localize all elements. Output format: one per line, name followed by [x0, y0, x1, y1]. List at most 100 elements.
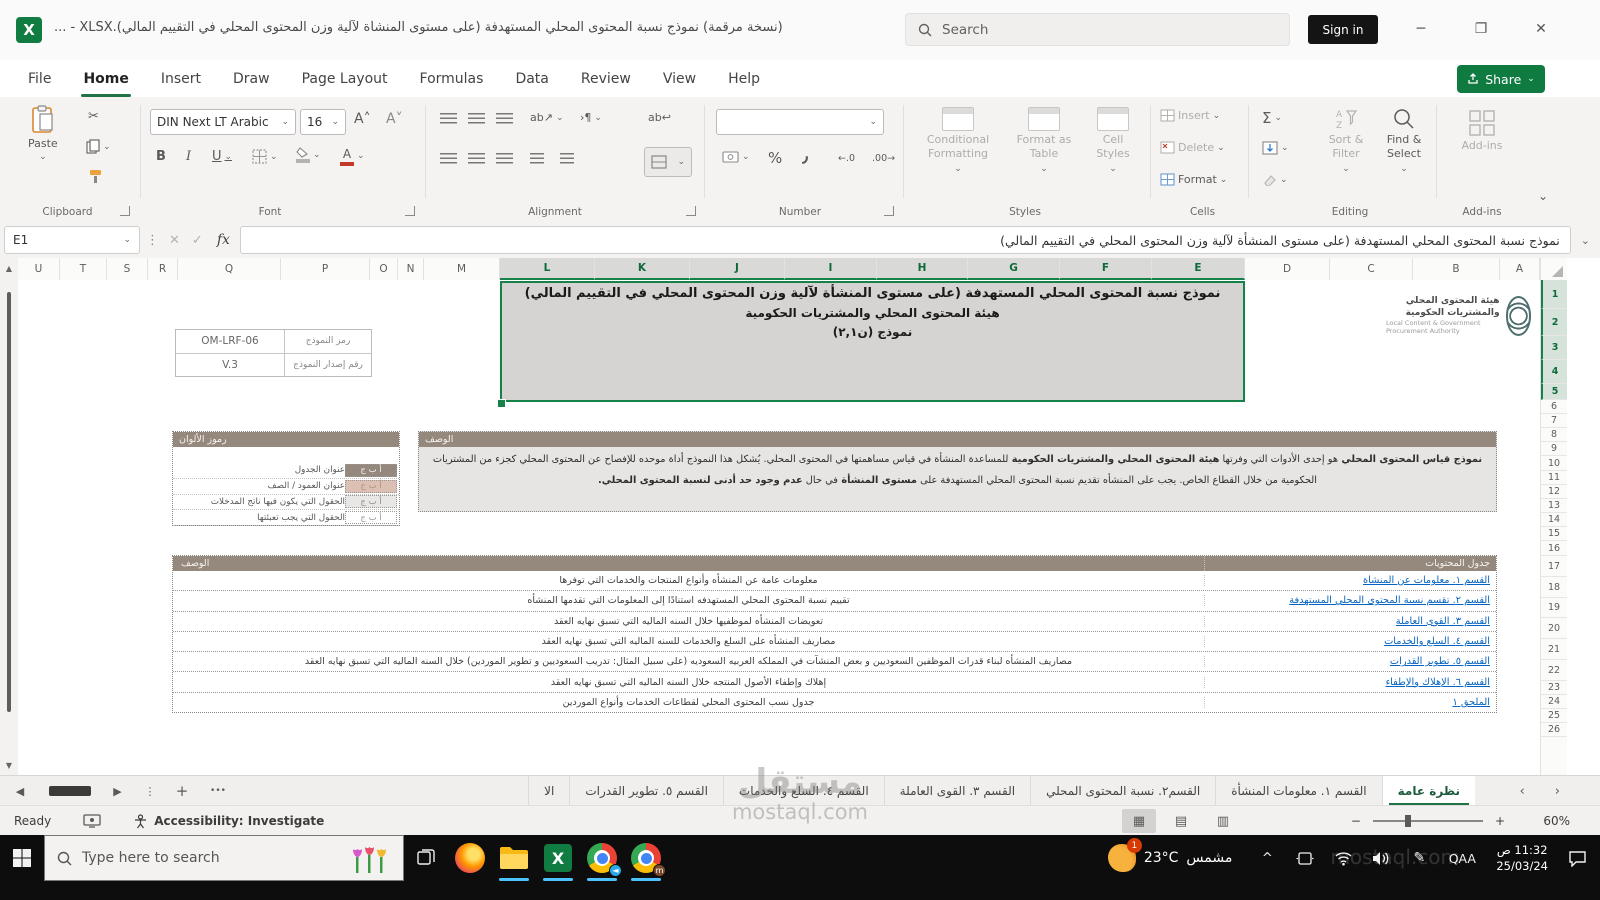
ribbon-tab-insert[interactable]: Insert: [145, 60, 217, 97]
toc-link-2[interactable]: القسم ٢. تقسم نسبة المحتوى المحلي المسته…: [1204, 595, 1496, 607]
collapse-ribbon-button[interactable]: ⌄: [1538, 189, 1548, 203]
column-header-E[interactable]: E: [1152, 258, 1245, 280]
share-button[interactable]: Share ⌄: [1457, 65, 1545, 93]
ribbon-tab-data[interactable]: Data: [499, 60, 564, 97]
font-name-combo[interactable]: DIN Next LT Arabic ⌄: [150, 109, 296, 135]
accounting-format-button[interactable]: ⌄: [722, 151, 750, 163]
row-header-16[interactable]: 16: [1541, 541, 1567, 556]
increase-decimal-button[interactable]: ←.0: [838, 153, 855, 164]
file-explorer-taskbar-icon[interactable]: [492, 835, 536, 881]
weather-widget[interactable]: 1 23°C مشمس: [1094, 835, 1247, 881]
selected-title-cell[interactable]: نموذج نسبة المحتوى المحلي المستهدفة (على…: [500, 281, 1245, 402]
font-dialog-launcher[interactable]: [405, 206, 415, 216]
column-header-K[interactable]: K: [595, 258, 690, 280]
cell-styles-button[interactable]: Cell Styles ⌄: [1086, 107, 1140, 174]
new-sheet-button[interactable]: +: [165, 776, 199, 806]
align-center-button[interactable]: [468, 153, 485, 164]
decrease-indent-button[interactable]: [530, 153, 544, 164]
add-ins-button[interactable]: Add-ins: [1452, 109, 1512, 152]
ribbon-tab-review[interactable]: Review: [565, 60, 647, 97]
row-header-1[interactable]: 1: [1541, 280, 1567, 309]
clear-button[interactable]: ⌄: [1262, 173, 1288, 186]
column-header-N[interactable]: N: [398, 258, 424, 280]
paste-button[interactable]: Paste ⌄: [28, 105, 58, 162]
scroll-up-icon[interactable]: ▲: [0, 258, 18, 278]
column-header-J[interactable]: J: [690, 258, 785, 280]
column-header-S[interactable]: S: [107, 258, 148, 280]
chrome-taskbar-icon[interactable]: ◄: [580, 835, 624, 881]
column-header-A[interactable]: A: [1500, 258, 1540, 280]
excel-taskbar-icon[interactable]: X: [536, 835, 580, 881]
format-as-table-button[interactable]: Format as Table ⌄: [1008, 107, 1080, 174]
column-header-H[interactable]: H: [877, 258, 968, 280]
task-view-button[interactable]: [404, 835, 448, 881]
shrink-font-button[interactable]: A˅: [386, 111, 403, 127]
row-header-21[interactable]: 21: [1541, 639, 1567, 660]
insert-cells-button[interactable]: Insert ⌄: [1160, 109, 1220, 122]
row-header-5[interactable]: 5: [1541, 384, 1567, 400]
macro-record-icon[interactable]: [83, 814, 101, 828]
hscroll-left-icon[interactable]: ◀: [0, 776, 40, 806]
expand-formula-bar-icon[interactable]: ⌄: [1575, 234, 1596, 247]
hscroll-right-icon[interactable]: ▶: [100, 776, 135, 806]
ribbon-tab-page-layout[interactable]: Page Layout: [286, 60, 404, 97]
row-header-12[interactable]: 12: [1541, 485, 1567, 499]
toc-link-3[interactable]: القسم ٣. القوى العاملة: [1204, 615, 1496, 627]
italic-button[interactable]: I: [186, 149, 191, 164]
percent-style-button[interactable]: %: [768, 149, 782, 167]
row-header-4[interactable]: 4: [1541, 360, 1567, 384]
orientation-button[interactable]: ab↗ ⌄: [530, 111, 564, 124]
column-header-L[interactable]: L: [500, 258, 595, 280]
chrome-profile-taskbar-icon[interactable]: m: [624, 835, 668, 881]
row-headers[interactable]: 1 2 3 4 5 6 7 8 9 10 11 12 13 14 15 16 17 18 19 20 21 22 23 24 2…: [1540, 280, 1567, 775]
column-header-F[interactable]: F: [1060, 258, 1152, 280]
increase-indent-button[interactable]: [560, 153, 574, 164]
title-search-box[interactable]: Search: [905, 13, 1290, 46]
align-left-button[interactable]: [440, 153, 457, 164]
name-box[interactable]: E1 ⌄: [4, 226, 140, 254]
grow-font-button[interactable]: A˄: [354, 111, 371, 127]
scroll-down-icon[interactable]: ▼: [0, 755, 18, 775]
row-header-7[interactable]: 7: [1541, 414, 1567, 428]
row-header-25[interactable]: 25: [1541, 709, 1567, 723]
merge-center-button[interactable]: ⌄: [644, 147, 692, 177]
column-header-M[interactable]: M: [424, 258, 500, 280]
column-header-P[interactable]: P: [281, 258, 370, 280]
drag-handle-icon[interactable]: ⋮: [144, 233, 161, 248]
format-painter-button[interactable]: [88, 169, 103, 184]
zoom-in-icon[interactable]: +: [1495, 814, 1505, 828]
row-header-19[interactable]: 19: [1541, 598, 1567, 618]
firefox-taskbar-icon[interactable]: [448, 835, 492, 881]
row-header-3[interactable]: 3: [1541, 336, 1567, 360]
maximize-button[interactable]: ❐: [1458, 0, 1504, 58]
row-header-9[interactable]: 9: [1541, 442, 1567, 456]
row-header-18[interactable]: 18: [1541, 577, 1567, 598]
zoom-out-icon[interactable]: −: [1351, 814, 1361, 828]
close-button[interactable]: ✕: [1518, 0, 1564, 58]
sheet-tab-7[interactable]: الا: [528, 776, 569, 806]
minimize-button[interactable]: ─: [1398, 0, 1444, 58]
zoom-slider[interactable]: [1372, 815, 1483, 827]
row-header-6[interactable]: 6: [1541, 400, 1567, 414]
fill-button[interactable]: ⌄: [1262, 141, 1289, 155]
column-header-C[interactable]: C: [1330, 258, 1413, 280]
row-header-11[interactable]: 11: [1541, 471, 1567, 485]
row-header-15[interactable]: 15: [1541, 527, 1567, 541]
toc-link-5[interactable]: القسم ٥. تطوير القدرات: [1204, 656, 1496, 668]
column-header-D[interactable]: D: [1245, 258, 1330, 280]
number-dialog-launcher[interactable]: [884, 206, 894, 216]
column-header-O[interactable]: O: [370, 258, 398, 280]
fill-handle[interactable]: [497, 399, 506, 408]
font-size-combo[interactable]: 16 ⌄: [300, 109, 346, 135]
row-header-26[interactable]: 26: [1541, 723, 1567, 737]
align-top-button[interactable]: [440, 113, 457, 124]
row-header-8[interactable]: 8: [1541, 428, 1567, 442]
search-highlight-tulips-icon[interactable]: [349, 841, 391, 875]
tabs-scroll-left-icon[interactable]: ‹: [1520, 784, 1525, 799]
wrap-text-button[interactable]: ab↩: [648, 111, 671, 124]
ribbon-tab-help[interactable]: Help: [712, 60, 776, 97]
tray-expand-icon[interactable]: ^: [1250, 835, 1284, 881]
view-page-break-button[interactable]: ▥: [1206, 809, 1240, 833]
conditional-formatting-button[interactable]: Conditional Formatting ⌄: [915, 107, 1001, 174]
text-direction-button[interactable]: ›¶ ⌄: [580, 111, 602, 124]
